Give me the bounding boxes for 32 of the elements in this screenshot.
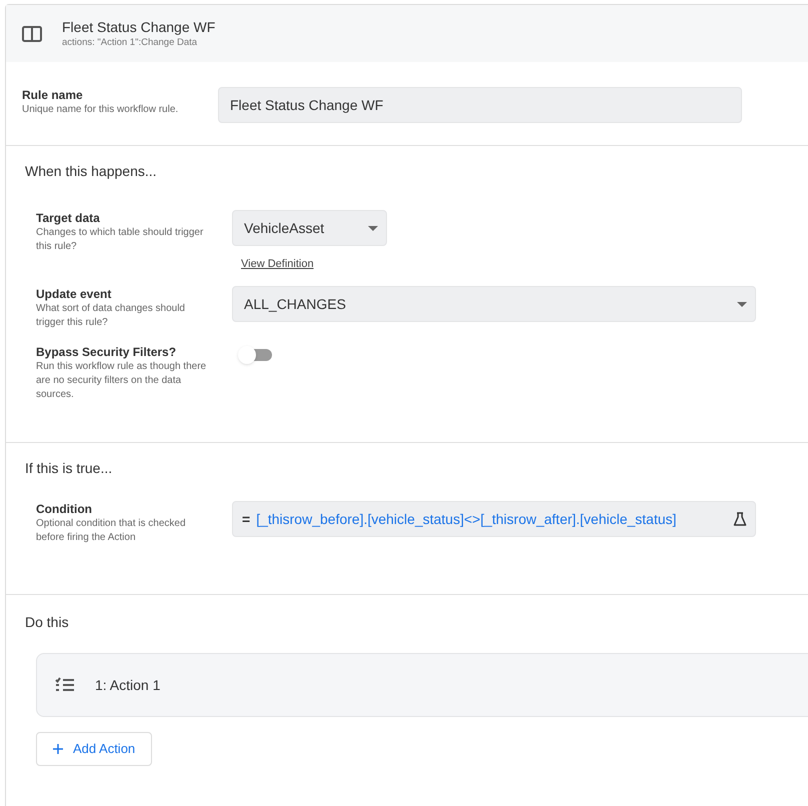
columns-icon [22,26,42,42]
dropdown-select[interactable]: VehicleAsset [232,210,387,246]
field-hint: Run this workflow rule as though there are no security filters on the data sources. [36,360,208,402]
view-definition-link[interactable]: View Definition [241,256,314,272]
section-heading: If this is true... [24,459,114,478]
condition-expression: [_thisrow_before].[vehicle_status]<>[_thisrow_after].[vehicle_status] [256,510,678,529]
condition-expression-field[interactable]: = [_thisrow_before].[vehicle_status]<>[_thisrow_after].[vehicle_status] [232,501,756,537]
field-hint: What sort of data changes should trigger this rule? [36,302,186,330]
action-name: 1: Action 1 [95,676,160,694]
field-hint: Optional condition that is checked before firing the Action [36,517,187,545]
plus-icon [53,744,63,754]
dropdown-select[interactable]: ALL_CHANGES [232,286,756,322]
equals-sign: = [242,510,250,528]
field-hint: Unique name for this workflow rule. [22,103,180,117]
rule-name-input[interactable]: Fleet Status Change WF [218,87,742,123]
workflow-subtitle: actions: "Action 1":Change Data [62,36,198,50]
checklist-icon [55,677,75,693]
action-card[interactable]: 1: Action 1 [36,653,808,717]
field-label: Rule name [22,87,84,103]
field-hint: Changes to which table should trigger this rule? [36,226,204,254]
dropdown-caret-icon [737,302,747,306]
field-label: Bypass Security Filters? [36,344,178,360]
field-label: Condition [36,501,93,517]
dropdown-caret-icon [368,226,378,230]
add-action-button[interactable]: Add Action [36,732,152,766]
field-label: Target data [36,210,101,226]
section-heading: Do this [24,613,70,632]
workflow-title: Fleet Status Change WF [62,18,216,36]
toggle-switch[interactable] [238,345,274,365]
section-heading: When this happens... [24,162,158,181]
field-label: Update event [36,286,112,302]
flask-icon [733,512,747,526]
